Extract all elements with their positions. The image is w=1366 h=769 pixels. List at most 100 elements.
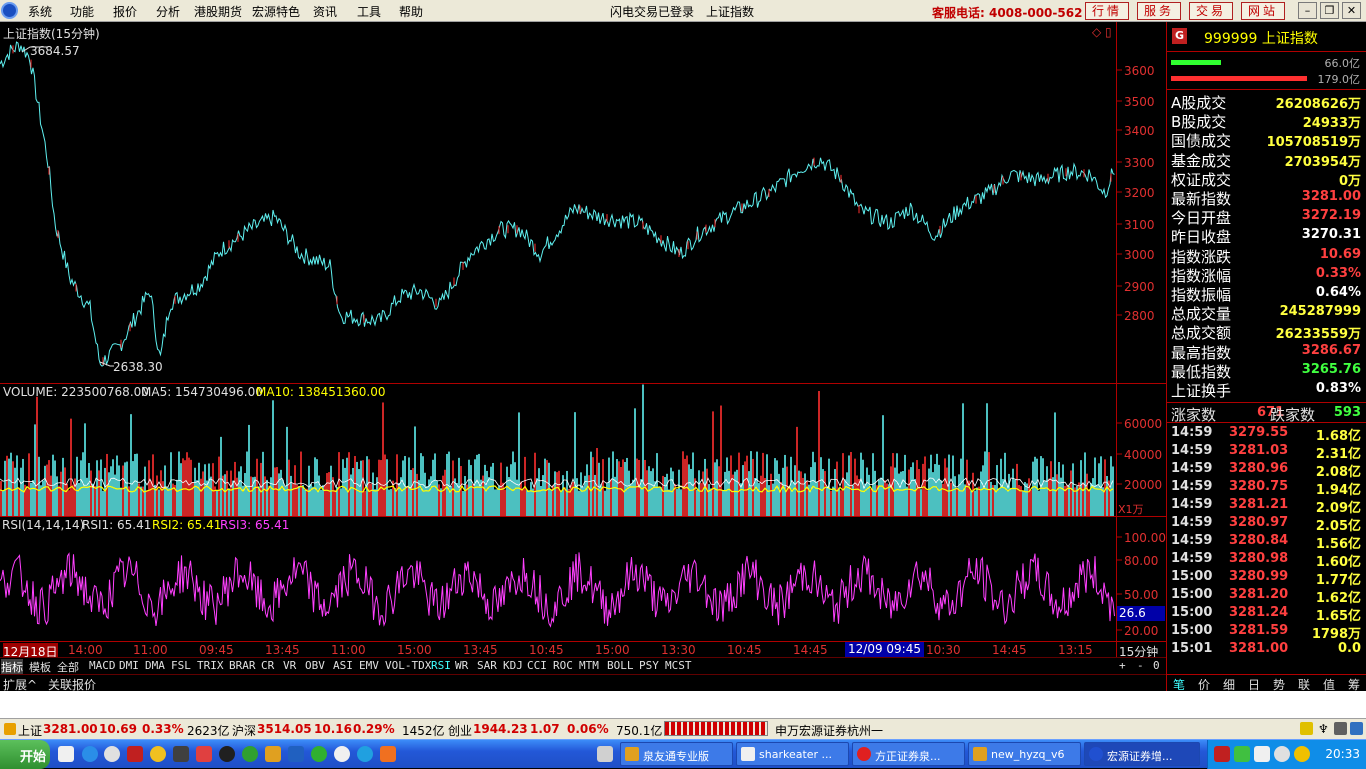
advance-decline-row: 涨家数 671 跌家数 593 — [1167, 404, 1366, 424]
indicator-tab-trix[interactable]: TRIX — [197, 659, 224, 672]
tab-trade[interactable]: 交易 — [1189, 2, 1234, 20]
restore-icon[interactable]: ❐ — [1320, 2, 1339, 19]
menu-function[interactable]: 功能 — [70, 3, 94, 20]
app-logo-icon[interactable] — [1, 2, 18, 19]
g-badge-icon[interactable]: G — [1172, 28, 1187, 44]
tab-service[interactable]: 服务 — [1137, 2, 1182, 20]
indicator-tab-cr[interactable]: CR — [261, 659, 274, 672]
tab-website[interactable]: 网站 — [1241, 2, 1286, 20]
indicator-tab-dma[interactable]: DMA — [145, 659, 165, 672]
tick-price: 3281.59 — [1229, 623, 1289, 638]
indicator-tab-sar[interactable]: SAR — [477, 659, 497, 672]
stat-row: B股成交 24933万 — [1167, 111, 1366, 131]
tick-row: 14:59 3281.21 2.09亿 — [1167, 496, 1366, 516]
signal-icon[interactable]: ♆ — [1318, 722, 1329, 736]
task-founder[interactable]: 方正证券泉... — [852, 742, 965, 766]
tick-row: 14:59 3279.55 1.68亿 — [1167, 424, 1366, 444]
tick-price: 3280.84 — [1229, 533, 1289, 548]
tick-row: 15:00 3280.99 1.77亿 — [1167, 568, 1366, 588]
menu-quote[interactable]: 报价 — [113, 3, 137, 20]
tray-icon-5[interactable] — [1294, 746, 1310, 762]
smiley-icon[interactable] — [150, 746, 166, 762]
keyboard-icon[interactable] — [597, 746, 613, 762]
tab-market[interactable]: 行情 — [1085, 2, 1130, 20]
start-button[interactable]: 开始 — [0, 740, 50, 769]
lock-icon[interactable] — [1334, 722, 1347, 735]
indicator-tab-boll[interactable]: BOLL — [607, 659, 634, 672]
indicator-control-button[interactable]: 0 — [1153, 659, 1160, 672]
app-icon-2[interactable] — [173, 746, 189, 762]
menu-analysis[interactable]: 分析 — [156, 3, 180, 20]
tray-icon-3[interactable] — [1254, 746, 1270, 762]
menu-system[interactable]: 系统 — [28, 3, 52, 20]
menu-news[interactable]: 资讯 — [313, 3, 337, 20]
inflow-value: 66.0亿 — [1324, 57, 1361, 70]
indicator-control-button[interactable]: + — [1119, 659, 1126, 672]
settings-icon[interactable] — [1350, 722, 1363, 735]
tick-price: 3281.21 — [1229, 497, 1289, 512]
tray-icon-1[interactable] — [1214, 746, 1230, 762]
indicator-tab-asi[interactable]: ASI — [333, 659, 353, 672]
notify-icon[interactable] — [1300, 722, 1313, 735]
app-icon-1[interactable] — [127, 746, 143, 762]
folder-icon[interactable] — [265, 746, 281, 762]
task-quanyoutong[interactable]: 泉友通专业版 — [620, 742, 733, 766]
tick-time: 15:00 — [1171, 605, 1213, 620]
app-icon-3[interactable] — [196, 746, 212, 762]
tray-icon-2[interactable] — [1234, 746, 1250, 762]
menu-hk-futures[interactable]: 港股期货 — [194, 3, 242, 20]
indicator-tab-mcst[interactable]: MCST — [665, 659, 692, 672]
status-icon[interactable] — [4, 723, 16, 735]
outflow-value: 179.0亿 — [1317, 73, 1361, 86]
task-app-icon — [857, 747, 871, 761]
indicator-tab-全部[interactable]: 全部 — [57, 659, 79, 675]
indicator-control-button[interactable]: - — [1137, 659, 1144, 672]
tick-price: 3281.20 — [1229, 587, 1289, 602]
app-icon-5[interactable] — [288, 746, 304, 762]
stat-value: 26208626万 — [1275, 97, 1361, 112]
indicator-tab-fsl[interactable]: FSL — [171, 659, 191, 672]
tray-icon-4[interactable] — [1274, 746, 1290, 762]
menu-help[interactable]: 帮助 — [399, 3, 423, 20]
indicator-tab-cci[interactable]: CCI — [527, 659, 547, 672]
indicator-tab-roc[interactable]: ROC — [553, 659, 573, 672]
x-axis-label: 10:30 — [926, 643, 961, 657]
volume-unit: X1万 — [1118, 503, 1144, 516]
chrome-icon[interactable] — [334, 746, 350, 762]
qq-icon[interactable] — [219, 746, 235, 762]
chart-area[interactable] — [0, 22, 1166, 673]
indicator-tab-brar[interactable]: BRAR — [229, 659, 256, 672]
desktop-icon[interactable] — [58, 746, 74, 762]
task-new-hyzq[interactable]: new_hyzq_v6 — [968, 742, 1081, 766]
cy-amount: 750.1亿 — [616, 724, 663, 738]
indicator-tab-wr[interactable]: WR — [455, 659, 468, 672]
indicator-tab-vol-tdx[interactable]: VOL-TDX — [385, 659, 431, 672]
tick-row: 14:59 3280.97 2.05亿 — [1167, 514, 1366, 534]
app-icon-6[interactable] — [357, 746, 373, 762]
task-hongyuan[interactable]: 宏源证券增... — [1084, 742, 1200, 766]
indicator-tab-模板[interactable]: 模板 — [29, 659, 51, 675]
task-sharkeater[interactable]: sharkeater ... — [736, 742, 849, 766]
indicator-tab-vr[interactable]: VR — [283, 659, 296, 672]
indicator-tab-dmi[interactable]: DMI — [119, 659, 139, 672]
indicator-tab-kdj[interactable]: KDJ — [503, 659, 523, 672]
app-icon-4[interactable] — [242, 746, 258, 762]
indicator-tab-psy[interactable]: PSY — [639, 659, 659, 672]
browser-icon[interactable] — [311, 746, 327, 762]
indicator-tab-obv[interactable]: OBV — [305, 659, 325, 672]
indicator-tab-mtm[interactable]: MTM — [579, 659, 599, 672]
minimize-icon[interactable]: – — [1298, 2, 1317, 19]
indicator-tab-指标[interactable]: 指标 — [1, 659, 23, 675]
indicator-tab-macd[interactable]: MACD — [89, 659, 116, 672]
indicator-tab-rsi[interactable]: RSI — [431, 659, 451, 672]
close-icon[interactable]: ✕ — [1342, 2, 1361, 19]
search-icon[interactable] — [104, 746, 120, 762]
kline-chart[interactable] — [0, 22, 1166, 641]
rsi-header: RSI(14,14,14) — [2, 518, 85, 532]
indicator-tab-emv[interactable]: EMV — [359, 659, 379, 672]
menu-hongyuan[interactable]: 宏源特色 — [252, 3, 300, 20]
app-icon-7[interactable] — [380, 746, 396, 762]
ie-icon[interactable] — [82, 746, 98, 762]
chart-options-icon[interactable]: ◇ ▯ — [1092, 25, 1112, 39]
menu-tools[interactable]: 工具 — [357, 3, 381, 20]
